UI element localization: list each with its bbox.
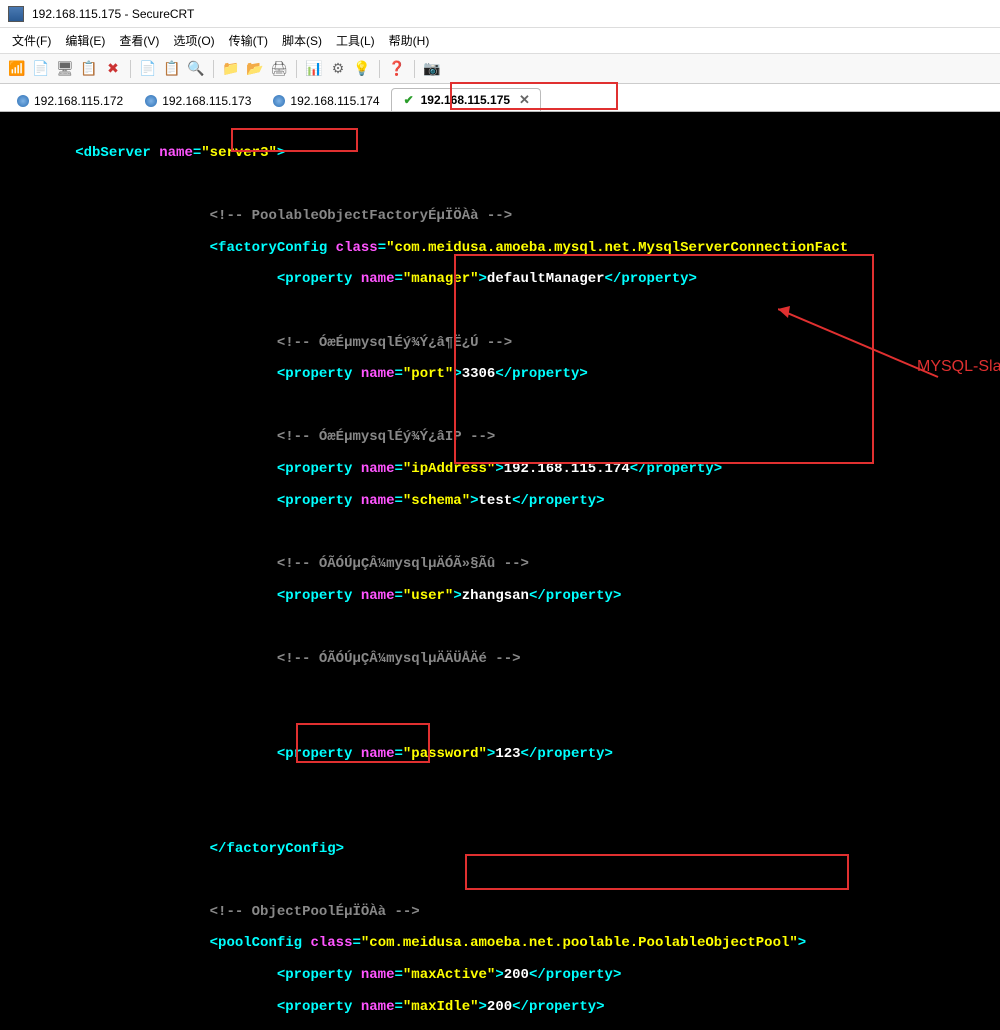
- tab-label: 192.168.115.172: [34, 94, 123, 108]
- tab-174[interactable]: 192.168.115.174: [262, 90, 390, 111]
- menu-transfer[interactable]: 传输(T): [229, 32, 268, 49]
- status-dot-icon: [145, 95, 157, 107]
- menu-help[interactable]: 帮助(H): [389, 32, 430, 49]
- menu-edit[interactable]: 编辑(E): [65, 32, 105, 49]
- separator: [379, 60, 380, 78]
- toolbar-icon[interactable]: 📋: [80, 60, 98, 78]
- tab-label: 192.168.115.175: [421, 93, 510, 107]
- app-icon: [8, 6, 24, 22]
- toolbar-icon[interactable]: 🖨: [270, 60, 288, 78]
- toolbar-icon[interactable]: 📋: [163, 60, 181, 78]
- toolbar-icon[interactable]: ✖: [104, 60, 122, 78]
- toolbar-icon[interactable]: 📄: [139, 60, 157, 78]
- tab-bar: 192.168.115.172 192.168.115.173 192.168.…: [0, 84, 1000, 112]
- terminal-output[interactable]: <dbServer name="server3"> <!-- PoolableO…: [0, 112, 1000, 1030]
- menu-script[interactable]: 脚本(S): [282, 32, 322, 49]
- toolbar-icon[interactable]: 📷: [423, 60, 441, 78]
- toolbar-icon[interactable]: 🖥: [56, 60, 74, 78]
- toolbar: 📶 📄 🖥 📋 ✖ 📄 📋 🔍 📁 📂 🖨 📊 ⚙ 💡 ❓ 📷: [0, 54, 1000, 84]
- menu-file[interactable]: 文件(F): [12, 32, 51, 49]
- toolbar-icon[interactable]: ⚙: [329, 60, 347, 78]
- window-title: 192.168.115.175 - SecureCRT: [32, 7, 194, 21]
- status-dot-icon: [273, 95, 285, 107]
- tab-173[interactable]: 192.168.115.173: [134, 90, 262, 111]
- menu-view[interactable]: 查看(V): [119, 32, 159, 49]
- tab-label: 192.168.115.174: [290, 94, 379, 108]
- toolbar-icon[interactable]: 📄: [32, 60, 50, 78]
- toolbar-icon[interactable]: 📂: [246, 60, 264, 78]
- status-check-icon: ✔: [402, 95, 416, 105]
- toolbar-icon[interactable]: 📶: [8, 60, 26, 78]
- separator: [130, 60, 131, 78]
- menu-tools[interactable]: 工具(L): [336, 32, 375, 49]
- separator: [414, 60, 415, 78]
- toolbar-icon[interactable]: 🔍: [187, 60, 205, 78]
- toolbar-icon[interactable]: ❓: [388, 60, 406, 78]
- tab-175-active[interactable]: ✔ 192.168.115.175 ✕: [391, 88, 541, 111]
- toolbar-icon[interactable]: 💡: [353, 60, 371, 78]
- toolbar-icon[interactable]: 📊: [305, 60, 323, 78]
- toolbar-icon[interactable]: 📁: [222, 60, 240, 78]
- tab-label: 192.168.115.173: [162, 94, 251, 108]
- menu-bar: 文件(F) 编辑(E) 查看(V) 选项(O) 传输(T) 脚本(S) 工具(L…: [0, 28, 1000, 54]
- separator: [296, 60, 297, 78]
- tab-172[interactable]: 192.168.115.172: [6, 90, 134, 111]
- separator: [213, 60, 214, 78]
- annotation-label-mysql-slave: MYSQL-Sla: [917, 358, 1000, 376]
- close-icon[interactable]: ✕: [519, 92, 530, 108]
- menu-options[interactable]: 选项(O): [173, 32, 214, 49]
- title-bar: 192.168.115.175 - SecureCRT: [0, 0, 1000, 28]
- status-dot-icon: [17, 95, 29, 107]
